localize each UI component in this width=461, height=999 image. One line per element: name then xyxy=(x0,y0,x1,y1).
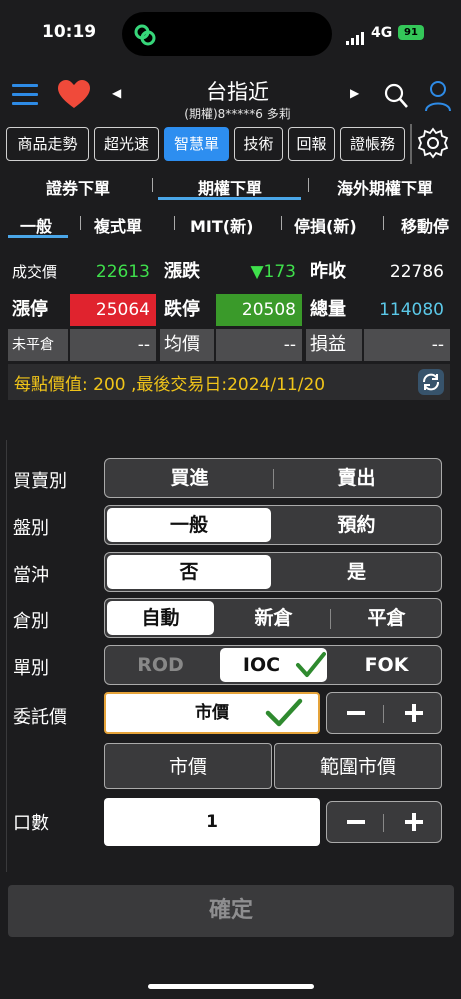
subtab-combo[interactable]: 複式單 xyxy=(94,213,142,237)
position-selector[interactable]: 自動 新倉 平倉 xyxy=(104,598,442,638)
refresh-icon[interactable] xyxy=(418,369,444,395)
tab-divider xyxy=(308,178,309,192)
market-price-button[interactable]: 市價 xyxy=(104,743,272,789)
limit-down-value: 20508 xyxy=(216,294,302,326)
toolbar-divider xyxy=(410,124,412,164)
plus-icon-vertical xyxy=(412,813,416,831)
ordertype-fok-option[interactable]: FOK xyxy=(333,648,440,682)
position-new-option[interactable]: 新倉 xyxy=(220,601,327,635)
daytrade-no-option[interactable]: 否 xyxy=(107,555,271,589)
session-regular-option[interactable]: 一般 xyxy=(107,508,271,542)
quantity-stepper[interactable] xyxy=(326,801,442,843)
link-icon xyxy=(134,24,156,46)
toolbar-report-button[interactable]: 回報 xyxy=(288,127,335,161)
prev-close-value: 22786 xyxy=(389,262,444,282)
subtab-stop-loss[interactable]: 停損(新) xyxy=(294,213,357,237)
tab-futures-options-order[interactable]: 期權下單 xyxy=(186,175,274,199)
subtab-divider xyxy=(281,216,282,230)
network-type: 4G xyxy=(371,25,393,41)
order-tab-indicator xyxy=(158,197,301,200)
subtab-general[interactable]: 一般 xyxy=(20,213,52,237)
session-label: 盤別 xyxy=(13,518,49,539)
form-border xyxy=(6,440,7,872)
product-title[interactable]: 台指近 xyxy=(150,76,325,106)
tab-overseas-order[interactable]: 海外期權下單 xyxy=(325,175,445,199)
position-auto-option[interactable]: 自動 xyxy=(107,601,214,635)
ordertype-rod-option[interactable]: ROD xyxy=(107,648,214,682)
daytrade-label: 當沖 xyxy=(13,565,49,586)
confirm-button[interactable]: 確定 xyxy=(8,885,454,937)
session-selector[interactable]: 一般 預約 xyxy=(104,505,442,545)
side-label: 買賣別 xyxy=(13,471,67,492)
quantity-label: 口數 xyxy=(13,813,49,834)
subtab-divider xyxy=(383,216,384,230)
volume-value: 114080 xyxy=(379,300,444,320)
subtab-trailing-stop[interactable]: 移動停 xyxy=(401,213,461,237)
gear-icon[interactable] xyxy=(416,126,450,160)
minus-icon[interactable] xyxy=(347,820,365,824)
menu-icon[interactable] xyxy=(12,84,38,111)
subtab-indicator xyxy=(8,235,68,238)
next-arrow-icon[interactable]: ▶ xyxy=(350,86,359,100)
search-icon[interactable] xyxy=(383,82,409,110)
seg-divider xyxy=(330,609,331,629)
contract-info-text: 每點價值: 200 ,最後交易日:2024/11/20 xyxy=(14,375,326,395)
side-selector[interactable]: 買進 賣出 xyxy=(104,458,442,498)
toolbar-technical-button[interactable]: 技術 xyxy=(234,127,283,161)
home-indicator[interactable] xyxy=(148,984,314,989)
change-value: ▼173 xyxy=(250,262,296,282)
battery-icon: 91 xyxy=(398,25,424,40)
prev-arrow-icon[interactable]: ◀ xyxy=(112,86,121,100)
session-reserve-option[interactable]: 預約 xyxy=(274,508,439,542)
last-price-value: 22613 xyxy=(95,262,150,282)
open-position-value: -- xyxy=(70,329,156,361)
toolbar-account-button[interactable]: 證帳務 xyxy=(340,127,405,161)
toolbar-smart-order-button[interactable]: 智慧單 xyxy=(164,127,229,161)
volume-label: 總量 xyxy=(306,294,362,326)
subtab-mit[interactable]: MIT(新) xyxy=(190,213,253,237)
status-time: 10:19 xyxy=(42,22,97,42)
range-market-price-button[interactable]: 範圍市價 xyxy=(274,743,442,789)
price-label: 委託價 xyxy=(13,707,67,728)
change-label: 漲跌 xyxy=(160,256,214,288)
position-label: 倉別 xyxy=(13,611,49,632)
signal-icon xyxy=(346,26,366,45)
last-price-label: 成交價 xyxy=(8,256,68,288)
price-stepper[interactable] xyxy=(326,692,442,734)
tab-securities-order[interactable]: 證券下單 xyxy=(36,175,120,199)
account-subtitle: (期權)8*****6 多莉 xyxy=(184,107,291,121)
position-close-option[interactable]: 平倉 xyxy=(333,601,440,635)
limit-up-label: 漲停 xyxy=(8,294,68,326)
open-position-label: 未平倉 xyxy=(8,329,68,361)
minus-icon[interactable] xyxy=(347,711,365,715)
toolbar-lightspeed-button[interactable]: 超光速 xyxy=(94,127,159,161)
plus-icon-vertical xyxy=(412,704,416,722)
price-input[interactable]: 市價 xyxy=(104,692,320,734)
ordertype-selector[interactable]: ROD IOC FOK xyxy=(104,645,442,685)
pnl-label: 損益 xyxy=(306,329,362,361)
sell-option[interactable]: 賣出 xyxy=(274,461,439,495)
avg-price-value: -- xyxy=(216,329,302,361)
subtab-divider xyxy=(80,216,81,230)
toolbar-chart-button[interactable]: 商品走勢 xyxy=(6,127,89,161)
avg-price-label: 均價 xyxy=(160,329,214,361)
check-icon xyxy=(265,698,303,727)
buy-option[interactable]: 買進 xyxy=(107,461,272,495)
daytrade-yes-option[interactable]: 是 xyxy=(274,555,439,589)
prev-close-label: 昨收 xyxy=(306,256,362,288)
ordertype-label: 單別 xyxy=(13,658,49,679)
heart-icon[interactable] xyxy=(58,80,90,110)
subtab-divider xyxy=(174,216,175,230)
tab-divider xyxy=(152,178,153,192)
limit-down-label: 跌停 xyxy=(160,294,214,326)
check-icon xyxy=(296,652,326,677)
user-icon[interactable] xyxy=(424,80,452,112)
limit-up-value: 25064 xyxy=(70,294,156,326)
pnl-value: -- xyxy=(364,329,450,361)
stepper-divider xyxy=(383,814,384,832)
stepper-divider xyxy=(383,705,384,723)
daytrade-selector[interactable]: 否 是 xyxy=(104,552,442,592)
quantity-input[interactable]: 1 xyxy=(104,798,320,846)
